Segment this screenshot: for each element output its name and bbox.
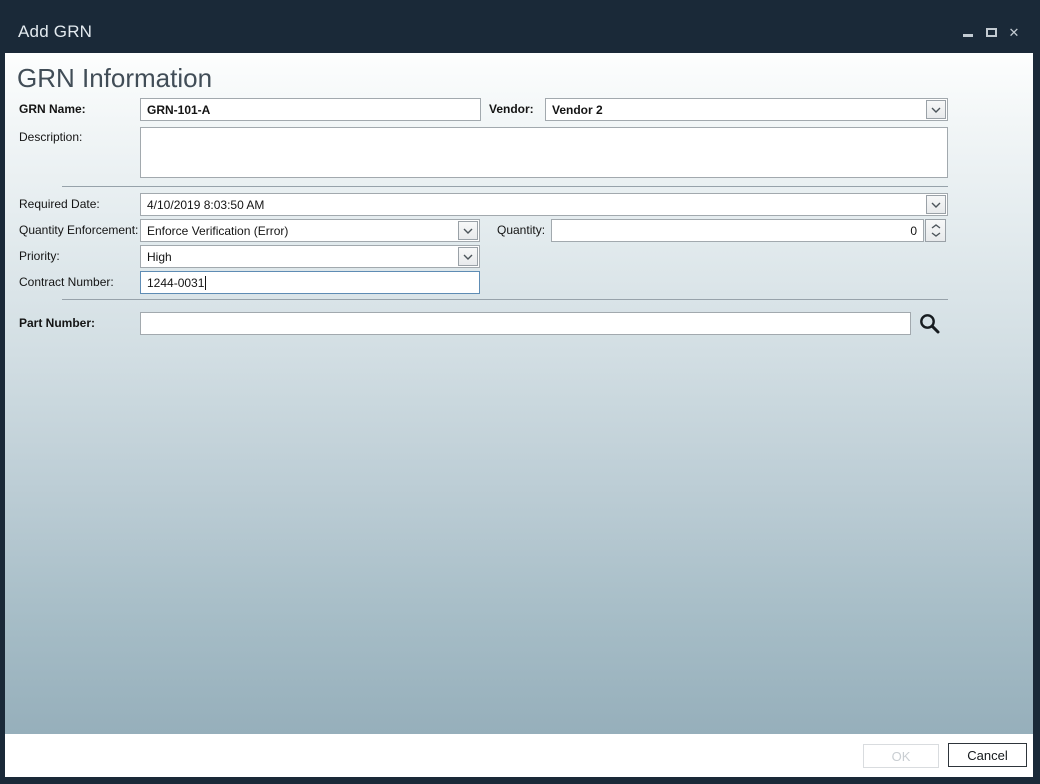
quantity-enforcement-combobox[interactable]: Enforce Verification (Error) <box>140 219 480 242</box>
page-title: GRN Information <box>17 63 212 94</box>
chevron-down-icon[interactable] <box>926 195 946 214</box>
quantity-enforcement-value: Enforce Verification (Error) <box>147 224 288 238</box>
close-icon: ✕ <box>1009 26 1020 39</box>
required-date-value: 4/10/2019 8:03:50 AM <box>147 198 264 212</box>
quantity-input[interactable] <box>551 219 924 242</box>
chevron-down-icon <box>931 232 941 237</box>
search-icon <box>918 312 942 336</box>
priority-combobox[interactable]: High <box>140 245 480 268</box>
required-date-combobox[interactable]: 4/10/2019 8:03:50 AM <box>140 193 948 216</box>
part-number-label: Part Number: <box>19 316 95 330</box>
contract-number-input[interactable]: 1244-0031 <box>140 271 480 294</box>
vendor-combobox[interactable]: Vendor 2 <box>545 98 948 121</box>
dialog-footer: OK Cancel <box>5 734 1033 777</box>
maximize-button[interactable] <box>983 24 999 40</box>
grn-name-label: GRN Name: <box>19 102 86 116</box>
chevron-up-icon <box>931 224 941 229</box>
quantity-enforcement-label: Quantity Enforcement: <box>19 223 138 237</box>
grn-form: GRN Information GRN Name: Vendor: Vendor… <box>5 53 1033 734</box>
titlebar: Add GRN ✕ <box>0 0 1040 53</box>
add-grn-dialog: Add GRN ✕ GRN Information GRN Name: Vend… <box>0 0 1040 784</box>
priority-label: Priority: <box>19 249 60 263</box>
minimize-button[interactable] <box>960 24 976 40</box>
window-controls: ✕ <box>960 24 1022 40</box>
description-label: Description: <box>19 130 82 144</box>
part-number-search-button[interactable] <box>917 311 943 337</box>
grn-name-input[interactable] <box>140 98 481 121</box>
part-number-input[interactable] <box>140 312 911 335</box>
window-title: Add GRN <box>18 22 92 42</box>
chevron-down-icon[interactable] <box>458 221 478 240</box>
required-date-label: Required Date: <box>19 197 100 211</box>
separator <box>62 186 948 187</box>
description-textarea[interactable] <box>140 127 948 178</box>
quantity-label: Quantity: <box>497 223 545 237</box>
text-caret <box>205 276 206 290</box>
ok-button[interactable]: OK <box>863 744 939 768</box>
contract-number-label: Contract Number: <box>19 275 114 289</box>
vendor-value: Vendor 2 <box>552 103 603 117</box>
maximize-icon <box>986 28 997 37</box>
vendor-label: Vendor: <box>489 102 534 116</box>
separator <box>62 299 948 300</box>
minimize-icon <box>963 34 973 37</box>
contract-number-value: 1244-0031 <box>147 276 204 290</box>
cancel-button[interactable]: Cancel <box>948 743 1027 767</box>
dialog-body: GRN Information GRN Name: Vendor: Vendor… <box>5 53 1033 777</box>
close-button[interactable]: ✕ <box>1006 24 1022 40</box>
chevron-down-icon[interactable] <box>458 247 478 266</box>
chevron-down-icon[interactable] <box>926 100 946 119</box>
quantity-spinner[interactable] <box>925 219 946 242</box>
priority-value: High <box>147 250 172 264</box>
